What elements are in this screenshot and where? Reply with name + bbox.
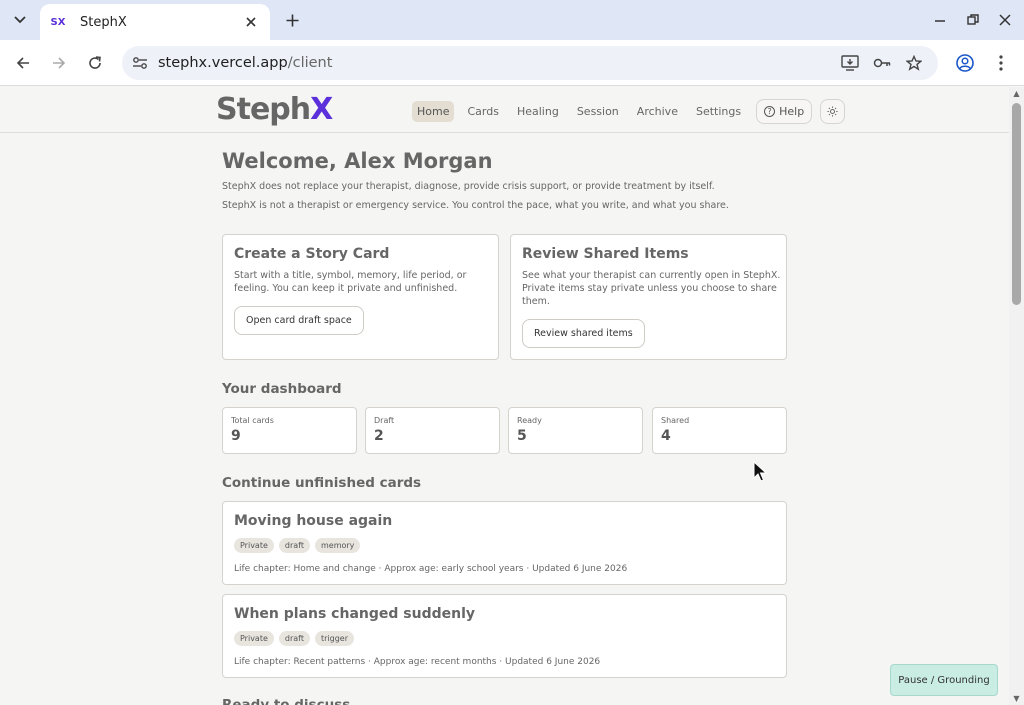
- url-host: stephx.vercel.app: [158, 55, 288, 71]
- page-scrollbar[interactable]: ▲ ▼: [1009, 87, 1024, 705]
- site-favicon-icon: SX: [50, 16, 66, 28]
- page-viewport: StephX Home Cards Healing Session Archiv…: [0, 87, 1009, 705]
- nav-home[interactable]: Home: [412, 101, 455, 122]
- new-tab-plus-icon[interactable]: [280, 8, 304, 32]
- tag-privacy: Private: [234, 538, 274, 553]
- tag-type: memory: [314, 538, 361, 553]
- card-tags: Private draft memory: [234, 538, 365, 553]
- create-card-title: Create a Story Card: [234, 246, 390, 262]
- url-path: /client: [287, 55, 333, 71]
- unfinished-card-item[interactable]: Moving house again Private draft memory …: [222, 501, 787, 585]
- help-label: Help: [779, 105, 805, 118]
- install-app-icon[interactable]: [838, 51, 862, 75]
- review-desc-line-2: Private items stay private unless you ch…: [522, 283, 777, 294]
- stat-label: Draft: [374, 416, 395, 425]
- browser-tab[interactable]: SX StephX: [40, 4, 270, 40]
- site-header: StephX Home Cards Healing Session Archiv…: [0, 87, 1009, 133]
- tag-privacy: Private: [234, 631, 274, 646]
- create-desc-line-1: Start with a title, symbol, memory, life…: [234, 270, 467, 281]
- card-item-meta: Life chapter: Home and change · Approx a…: [234, 564, 628, 574]
- tab-search-chevron-icon[interactable]: [8, 8, 32, 32]
- site-info-tune-icon[interactable]: [124, 47, 156, 79]
- password-key-icon[interactable]: [870, 51, 894, 75]
- logo-accent: X: [310, 92, 333, 127]
- sun-icon: [827, 106, 838, 117]
- card-item-title: Moving house again: [234, 513, 393, 529]
- address-bar[interactable]: stephx.vercel.app/client: [122, 46, 938, 80]
- stat-ready: Ready 5: [508, 407, 643, 454]
- reload-icon[interactable]: [83, 51, 107, 75]
- back-arrow-icon[interactable]: [11, 51, 35, 75]
- tag-status: draft: [278, 631, 310, 646]
- nav-archive[interactable]: Archive: [632, 101, 683, 122]
- profile-avatar-icon[interactable]: [953, 51, 977, 75]
- browser-tab-bar: SX StephX: [0, 0, 1024, 40]
- bookmark-star-icon[interactable]: [902, 51, 926, 75]
- close-window-icon[interactable]: [993, 8, 1017, 32]
- review-shared-panel: Review Shared Items See what your therap…: [510, 234, 787, 360]
- help-question-icon: ?: [764, 106, 776, 117]
- help-button[interactable]: ? Help: [756, 99, 813, 124]
- stephx-logo[interactable]: StephX: [216, 92, 333, 127]
- create-card-description: Start with a title, symbol, memory, life…: [234, 269, 466, 295]
- disclaimer-line-1: StephX does not replace your therapist, …: [222, 181, 715, 192]
- review-shared-description: See what your therapist can currently op…: [522, 269, 780, 308]
- nav-settings[interactable]: Settings: [691, 101, 746, 122]
- stat-total-cards: Total cards 9: [222, 407, 357, 454]
- nav-healing[interactable]: Healing: [512, 101, 564, 122]
- forward-arrow-icon[interactable]: [47, 51, 71, 75]
- review-desc-line-3: them.: [522, 296, 550, 307]
- stat-value: 4: [661, 428, 671, 444]
- browser-menu-kebab-icon[interactable]: [989, 51, 1013, 75]
- unfinished-card-item[interactable]: When plans changed suddenly Private draf…: [222, 594, 787, 678]
- create-story-card-panel: Create a Story Card Start with a title, …: [222, 234, 499, 360]
- stat-value: 5: [517, 428, 527, 444]
- stat-draft: Draft 2: [365, 407, 500, 454]
- scrollbar-thumb[interactable]: [1012, 103, 1021, 305]
- stat-label: Total cards: [231, 416, 274, 425]
- stat-shared: Shared 4: [652, 407, 787, 454]
- tab-title: StephX: [80, 14, 127, 30]
- unfinished-cards-heading: Continue unfinished cards: [222, 475, 422, 491]
- pause-grounding-button[interactable]: Pause / Grounding: [890, 664, 998, 696]
- card-tags: Private draft trigger: [234, 631, 359, 646]
- stat-value: 9: [231, 428, 241, 444]
- open-card-draft-button[interactable]: Open card draft space: [234, 306, 364, 335]
- browser-toolbar: stephx.vercel.app/client: [0, 40, 1024, 86]
- welcome-heading: Welcome, Alex Morgan: [222, 149, 493, 173]
- scroll-down-arrow-icon[interactable]: ▼: [1012, 694, 1021, 703]
- minimize-window-icon[interactable]: [928, 8, 952, 32]
- mouse-cursor-icon: [753, 461, 767, 482]
- scroll-up-arrow-icon[interactable]: ▲: [1012, 89, 1021, 98]
- stat-label: Ready: [517, 416, 542, 425]
- nav-cards[interactable]: Cards: [462, 101, 503, 122]
- disclaimer-line-2: StephX is not a therapist or emergency s…: [222, 200, 729, 211]
- nav-session[interactable]: Session: [572, 101, 624, 122]
- logo-main: Steph: [216, 92, 311, 127]
- stat-label: Shared: [661, 416, 690, 425]
- card-item-title: When plans changed suddenly: [234, 606, 476, 622]
- close-tab-icon[interactable]: [242, 13, 260, 31]
- restore-window-icon[interactable]: [961, 8, 985, 32]
- theme-toggle-button[interactable]: [820, 99, 846, 124]
- stat-value: 2: [374, 428, 384, 444]
- main-nav: Home Cards Healing Session Archive Setti…: [412, 99, 846, 124]
- create-desc-line-2: feeling. You can keep it private and unf…: [234, 283, 458, 294]
- review-desc-line-1: See what your therapist can currently op…: [522, 270, 781, 281]
- review-shared-title: Review Shared Items: [522, 246, 689, 262]
- url-text: stephx.vercel.app/client: [158, 55, 332, 71]
- ready-to-discuss-heading: Ready to discuss: [222, 697, 351, 705]
- tag-status: draft: [278, 538, 310, 553]
- tag-type: trigger: [314, 631, 354, 646]
- review-shared-button[interactable]: Review shared items: [522, 319, 645, 348]
- card-item-meta: Life chapter: Recent patterns · Approx a…: [234, 657, 601, 667]
- dashboard-heading: Your dashboard: [222, 381, 342, 397]
